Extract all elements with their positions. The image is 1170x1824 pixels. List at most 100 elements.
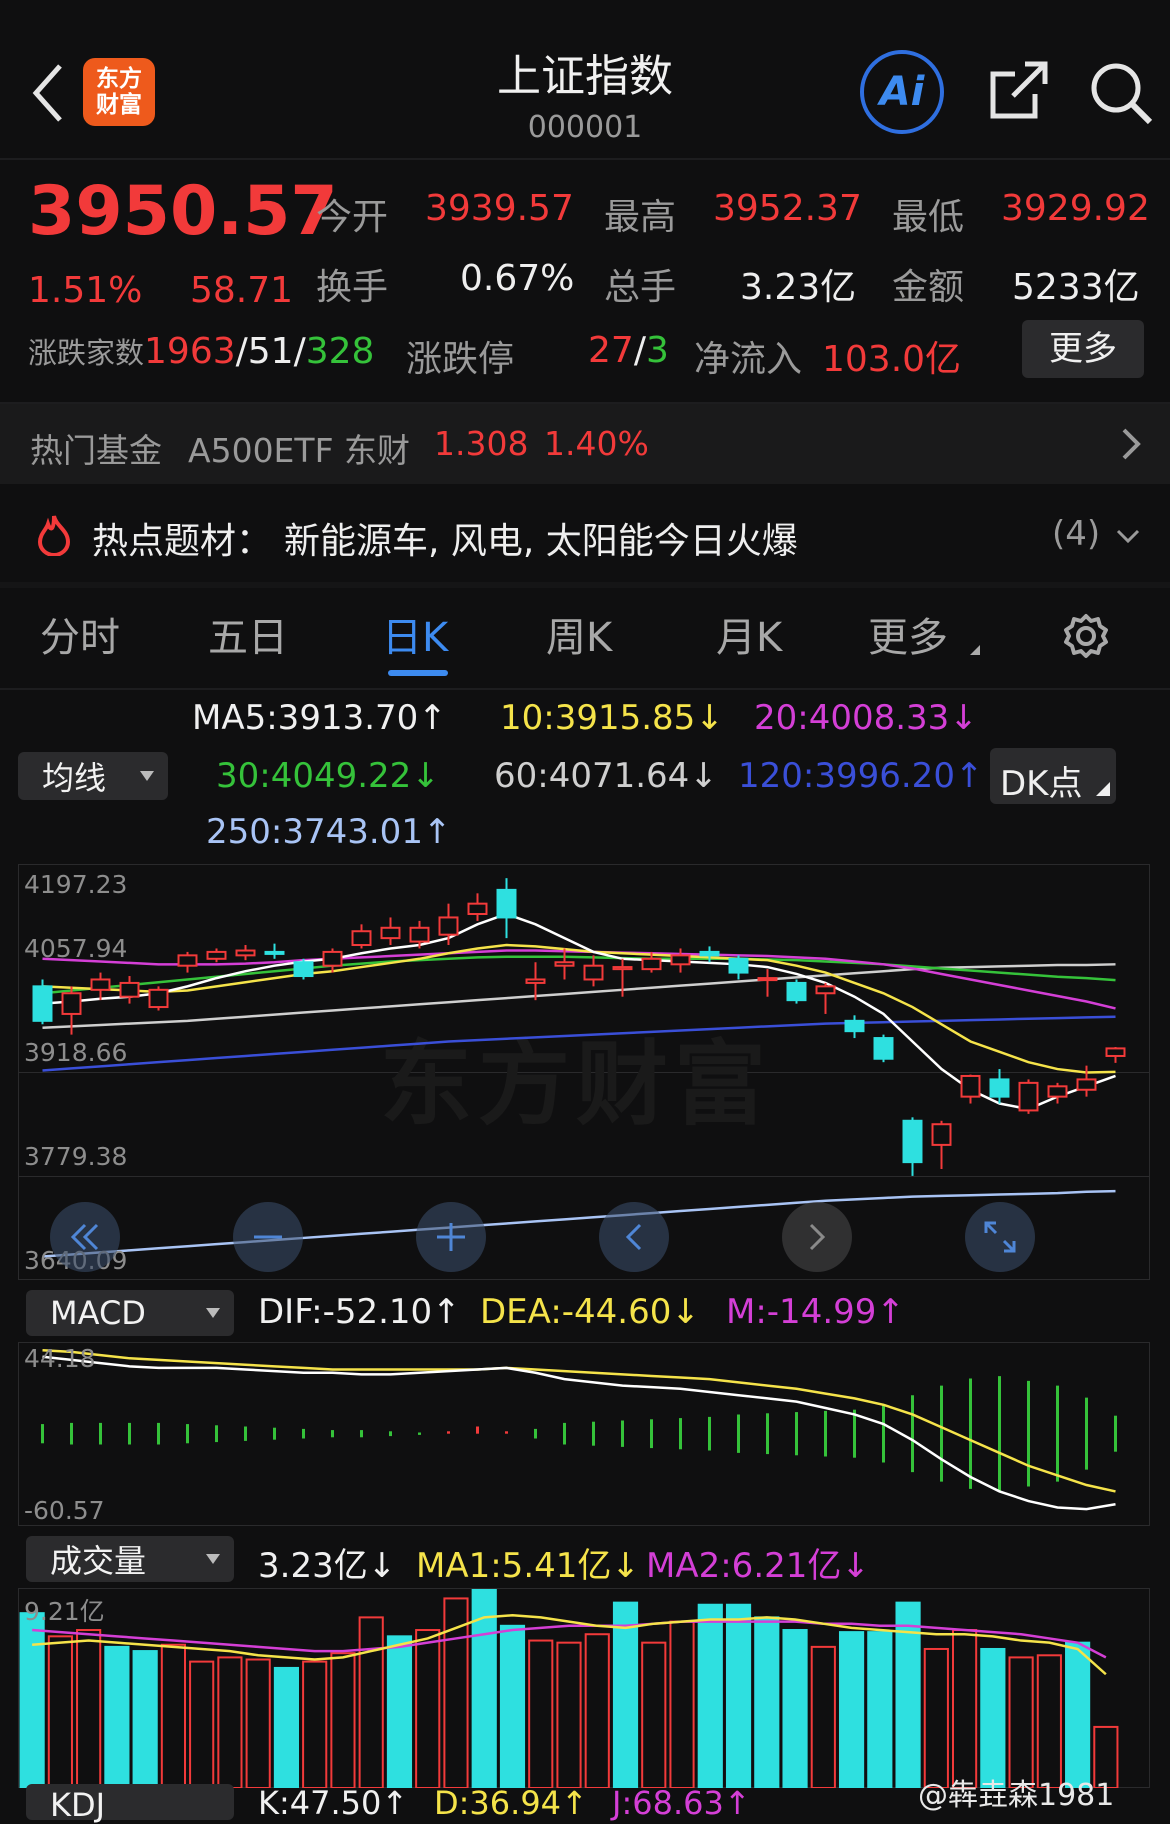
volume-bar	[104, 1645, 130, 1788]
candle-body	[525, 978, 546, 984]
candle-body	[931, 1123, 952, 1146]
macd-dif-value: DIF:-52.10↑	[258, 1292, 461, 1332]
tab-monthly-k[interactable]: 月K	[716, 605, 782, 663]
hot-topic-count: (4)	[1052, 514, 1101, 554]
volume-bar	[273, 1666, 300, 1788]
ma20-value: 20:4008.33↓	[754, 698, 978, 738]
volume-chart[interactable]	[18, 1588, 1150, 1788]
macd-dropdown[interactable]: MACD	[26, 1290, 234, 1336]
share-button[interactable]	[985, 58, 1051, 128]
volume-bar	[725, 1603, 752, 1788]
stat-value-high: 3952.37	[713, 188, 862, 229]
kline-axis-label: 4057.94	[24, 934, 128, 963]
volume-bar	[330, 1652, 356, 1788]
candle-body	[1018, 1081, 1039, 1112]
volume-bar	[528, 1639, 554, 1788]
candle-body	[351, 930, 372, 947]
volume-bar	[499, 1624, 526, 1788]
ma-dropdown[interactable]: 均线	[18, 752, 168, 800]
volume-bar	[47, 1635, 73, 1788]
settings-gear-icon[interactable]	[1062, 612, 1110, 660]
limit-counts: 27/3	[588, 330, 669, 371]
ma250-line	[42, 1189, 1116, 1258]
volume-bar	[980, 1647, 1006, 1788]
stat-value-volume: 3.23亿	[740, 267, 857, 308]
scroll-right-button[interactable]	[782, 1202, 852, 1272]
stat-label-high: 最高	[604, 197, 677, 238]
macd-dea-value: DEA:-44.60↓	[480, 1292, 700, 1332]
search-button[interactable]	[1088, 60, 1154, 130]
stat-value-amount: 5233亿	[1012, 267, 1140, 308]
dk-point-button[interactable]: DK点	[990, 748, 1116, 804]
stat-value-open: 3939.57	[425, 188, 574, 229]
stat-label-volume: 总手	[604, 267, 677, 308]
kdj-d-value: D:36.94↑	[434, 1784, 588, 1822]
ma20-line	[42, 949, 1116, 1010]
change-percent: 1.51%	[28, 270, 143, 311]
more-quote-button[interactable]: 更多	[1022, 320, 1144, 378]
dea-line	[42, 1349, 1116, 1493]
volume-bar	[1008, 1656, 1034, 1788]
kdj-k-value: K:47.50↑	[258, 1784, 409, 1822]
candle-body	[467, 902, 488, 915]
scroll-far-left-button[interactable]	[50, 1202, 120, 1272]
netflow-value: 103.0亿	[822, 339, 962, 380]
candle-body	[380, 926, 401, 940]
kdj-j-value: J:68.63↑	[612, 1784, 751, 1822]
zoom-in-button[interactable]	[416, 1202, 486, 1272]
volume-value: 3.23亿↓	[258, 1546, 397, 1586]
scroll-left-button[interactable]	[599, 1202, 669, 1272]
tab-more[interactable]: 更多	[868, 605, 948, 663]
flame-icon	[37, 515, 71, 556]
kdj-dropdown[interactable]: KDJ	[26, 1784, 234, 1824]
volume-dropdown-label: 成交量	[50, 1542, 147, 1580]
candle-body	[757, 977, 778, 982]
candle-body	[670, 954, 691, 966]
tab-weekly-k[interactable]: 周K	[546, 605, 612, 663]
candle-body	[61, 992, 82, 1015]
candle-body	[438, 916, 459, 936]
volume-bar	[810, 1645, 836, 1788]
candle-body	[322, 950, 343, 967]
hot-topic-bar[interactable]: 热点题材： 新能源车, 风电, 太阳能今日火爆 (4)	[0, 486, 1170, 582]
hot-fund-bar[interactable]: 热门基金 A500ETF 东财 1.308 1.40%	[0, 404, 1170, 484]
dk-point-label: DK点	[1000, 764, 1083, 804]
zoom-out-button[interactable]	[233, 1202, 303, 1272]
volume-bar	[952, 1629, 978, 1788]
macd-m-value: M:-14.99↑	[726, 1292, 905, 1332]
ma10-value: 10:3915.85↓	[500, 698, 724, 738]
change-value: 58.71	[190, 270, 294, 311]
ai-button[interactable]: Ai	[860, 50, 944, 134]
candle-body	[815, 985, 836, 995]
candle-body	[786, 981, 807, 1002]
weibo-watermark: @犇垚森1981	[918, 1770, 1114, 1814]
current-price: 3950.57	[28, 172, 338, 251]
volume-bar	[217, 1656, 243, 1788]
active-tab-underline	[388, 670, 448, 676]
stat-label-amount: 金额	[892, 267, 965, 308]
limit-up-count: 27	[588, 330, 634, 371]
candle-body	[235, 949, 256, 957]
volume-dropdown[interactable]: 成交量	[26, 1536, 234, 1582]
limit-down-count: 3	[645, 330, 669, 371]
ma60-line	[42, 963, 1116, 1029]
ma-dropdown-label: 均线	[42, 759, 107, 797]
candle-body	[699, 950, 720, 957]
tab-intraday[interactable]: 分时	[40, 605, 120, 663]
hot-topic-label: 热点题材：	[92, 521, 273, 562]
tab-five-day[interactable]: 五日	[208, 605, 288, 663]
candle-body	[1047, 1085, 1068, 1098]
fullscreen-button[interactable]	[965, 1202, 1035, 1272]
down-count: 328	[305, 330, 375, 372]
volume-bar	[782, 1629, 808, 1788]
volume-bar	[612, 1601, 639, 1788]
ma120-value: 120:3996.20↑	[738, 756, 984, 796]
chevron-right-icon	[1122, 428, 1141, 460]
macd-chart[interactable]	[18, 1342, 1150, 1526]
plus-icon	[437, 1223, 465, 1251]
candle-body	[583, 964, 604, 981]
tab-daily-k[interactable]: 日K	[382, 605, 448, 663]
ma120-line	[42, 1015, 1116, 1072]
stat-label-turnover: 换手	[316, 267, 389, 308]
candle-body	[1105, 1047, 1126, 1057]
